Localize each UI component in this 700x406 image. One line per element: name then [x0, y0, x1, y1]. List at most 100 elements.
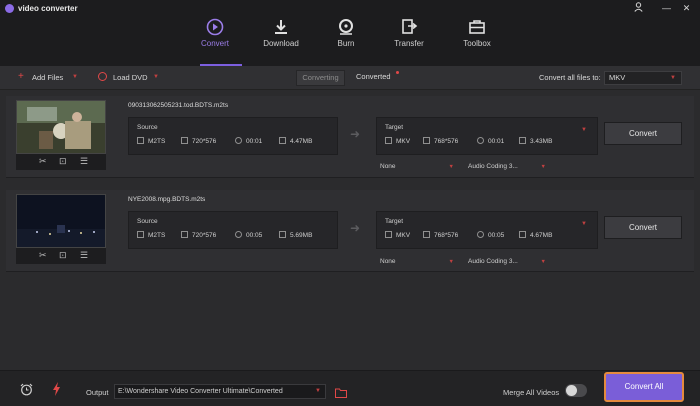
- resolution-icon: [181, 137, 188, 144]
- person-icon[interactable]: [632, 2, 645, 15]
- minimize-icon[interactable]: —: [660, 2, 673, 15]
- tab-toolbox[interactable]: Toolbox: [442, 18, 512, 64]
- subtitle-select[interactable]: None ▼: [380, 255, 456, 269]
- subtitle-value: None: [380, 163, 396, 170]
- convert-all-to-label: Convert all files to:: [539, 73, 601, 82]
- convert-all-button[interactable]: Convert All: [604, 372, 684, 402]
- trim-scissors-icon[interactable]: ✂: [39, 156, 47, 167]
- app-title: video converter: [18, 4, 78, 13]
- chevron-down-icon: ▼: [448, 259, 454, 265]
- file-name: NYE2008.mpg.BDTS.m2ts: [128, 196, 206, 203]
- tab-download[interactable]: Download: [246, 18, 316, 64]
- tab-transfer[interactable]: Transfer: [374, 18, 444, 64]
- crop-icon[interactable]: ⊡: [59, 250, 67, 261]
- add-files-button[interactable]: Add Files: [32, 73, 63, 82]
- file-row: ✂ ⊡ ☰ NYE2008.mpg.BDTS.m2ts Source M2TS …: [6, 190, 694, 272]
- folder-icon: [279, 231, 286, 238]
- subtitle-value: None: [380, 258, 396, 265]
- folder-icon: [279, 137, 286, 144]
- target-info[interactable]: Target MKV 768*576 00:01 3.43MB ▼: [376, 117, 598, 155]
- crop-icon[interactable]: ⊡: [59, 156, 67, 167]
- dvd-icon: [98, 72, 107, 81]
- tab-transfer-label: Transfer: [394, 39, 424, 48]
- output-path-value: E:\Wondershare Video Converter Ultimate\…: [118, 388, 283, 395]
- output-format-value: MKV: [609, 73, 626, 82]
- add-files-icon: +: [18, 71, 24, 82]
- load-dvd-button[interactable]: Load DVD: [113, 73, 148, 82]
- alarm-clock-icon[interactable]: [20, 383, 33, 401]
- chevron-down-icon: ▼: [670, 75, 676, 81]
- source-info: Source M2TS 720*576 00:01 4.47MB: [128, 117, 338, 155]
- tab-burn-label: Burn: [337, 39, 355, 48]
- tab-converting[interactable]: Converting: [296, 70, 345, 86]
- source-size: 4.47MB: [279, 137, 312, 145]
- add-files-dropdown-icon[interactable]: ▼: [72, 74, 78, 80]
- output-path-select[interactable]: E:\Wondershare Video Converter Ultimate\…: [114, 384, 326, 399]
- target-duration: 00:01: [477, 137, 504, 145]
- target-size: 4.67MB: [519, 231, 552, 239]
- source-duration: 00:05: [235, 231, 262, 239]
- target-size: 3.43MB: [519, 137, 552, 145]
- merge-all-videos-label: Merge All Videos: [503, 388, 560, 397]
- tab-convert-label: Convert: [200, 39, 229, 48]
- chevron-down-icon: ▼: [540, 164, 546, 170]
- tab-burn[interactable]: Burn: [311, 18, 381, 64]
- chevron-down-icon: ▼: [448, 164, 454, 170]
- tab-convert[interactable]: Convert: [180, 18, 250, 64]
- source-resolution: 720*576: [181, 231, 216, 239]
- audio-track-value: Audio Coding 3...: [468, 163, 518, 170]
- convert-button[interactable]: Convert: [604, 122, 682, 145]
- target-resolution: 768*576: [423, 137, 458, 145]
- new-items-badge: [396, 71, 399, 74]
- audio-track-select[interactable]: Audio Coding 3... ▼: [468, 255, 548, 269]
- source-format: M2TS: [137, 137, 165, 145]
- convert-icon: [206, 18, 224, 36]
- thumbnail-tools: ✂ ⊡ ☰: [16, 248, 106, 264]
- arrow-right-icon: ➜: [350, 127, 361, 141]
- app-logo-icon: [5, 4, 14, 13]
- lightning-icon[interactable]: [52, 382, 61, 401]
- source-format: M2TS: [137, 231, 165, 239]
- target-format: MKV: [385, 137, 410, 145]
- convert-button[interactable]: Convert: [604, 216, 682, 239]
- folder-icon: [519, 137, 526, 144]
- toolbox-icon: [469, 20, 485, 34]
- chevron-down-icon: ▼: [315, 388, 321, 394]
- audio-track-value: Audio Coding 3...: [468, 258, 518, 265]
- source-info: Source M2TS 720*576 00:05 5.69MB: [128, 211, 338, 249]
- target-resolution: 768*576: [423, 231, 458, 239]
- output-format-select[interactable]: MKV ▼: [604, 71, 682, 85]
- target-info[interactable]: Target MKV 768*576 00:05 4.67MB ▼: [376, 211, 598, 249]
- video-thumbnail[interactable]: [16, 100, 106, 154]
- burn-disc-icon: [339, 19, 353, 35]
- target-dropdown-icon[interactable]: ▼: [581, 221, 587, 227]
- transfer-icon: [402, 19, 418, 34]
- trim-scissors-icon[interactable]: ✂: [39, 250, 47, 261]
- resolution-icon: [423, 231, 430, 238]
- target-format: MKV: [385, 231, 410, 239]
- thumbnail-tools: ✂ ⊡ ☰: [16, 154, 106, 170]
- clock-icon: [477, 231, 484, 238]
- chevron-down-icon: ▼: [540, 259, 546, 265]
- target-label: Target: [385, 124, 404, 131]
- source-resolution: 720*576: [181, 137, 216, 145]
- close-icon[interactable]: ✕: [680, 2, 693, 15]
- film-icon: [137, 231, 144, 238]
- folder-open-icon[interactable]: [335, 385, 347, 403]
- film-icon: [137, 137, 144, 144]
- effects-settings-icon[interactable]: ☰: [80, 250, 88, 261]
- load-dvd-dropdown-icon[interactable]: ▼: [153, 74, 159, 80]
- audio-track-select[interactable]: Audio Coding 3... ▼: [468, 160, 548, 174]
- subtitle-select[interactable]: None ▼: [380, 160, 456, 174]
- target-dropdown-icon[interactable]: ▼: [581, 127, 587, 133]
- film-icon: [385, 137, 392, 144]
- clock-icon: [477, 137, 484, 144]
- effects-settings-icon[interactable]: ☰: [80, 156, 88, 167]
- toggle-knob: [566, 385, 577, 396]
- video-thumbnail[interactable]: [16, 194, 106, 248]
- tab-download-label: Download: [263, 39, 299, 48]
- clock-icon: [235, 231, 242, 238]
- target-label: Target: [385, 218, 404, 225]
- source-label: Source: [137, 218, 158, 225]
- source-label: Source: [137, 124, 158, 131]
